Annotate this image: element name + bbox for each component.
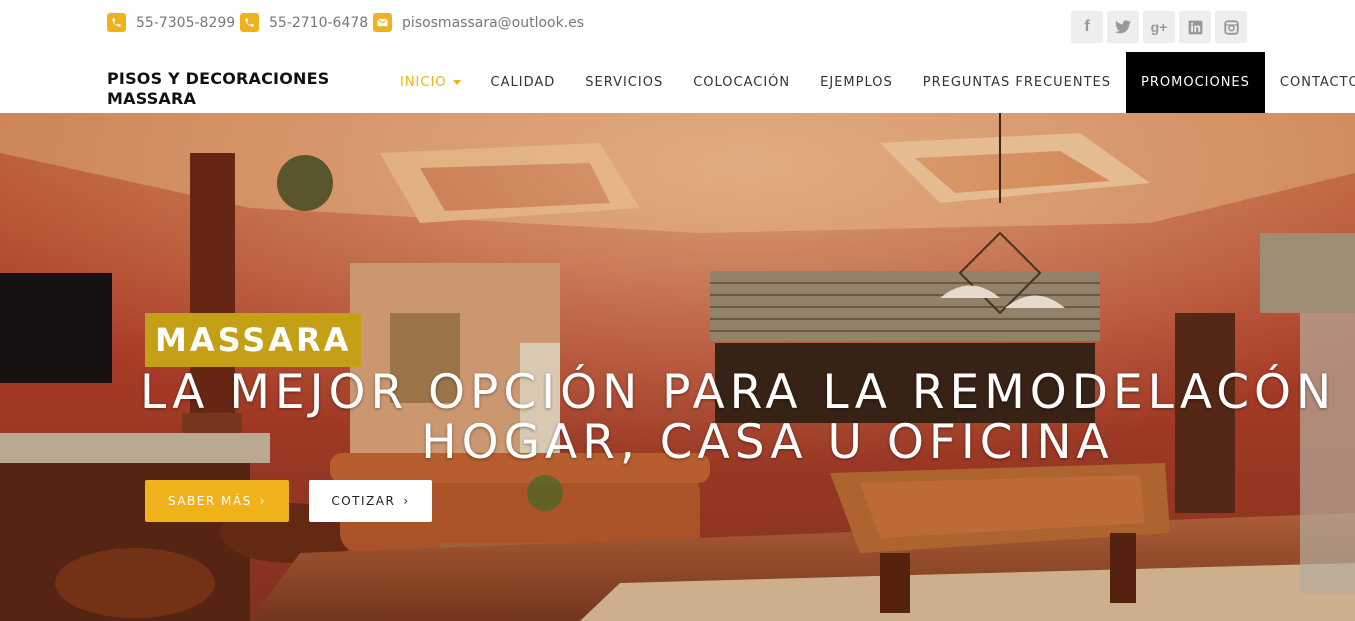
main-navbar: PISOS Y DECORACIONES MASSARA INICIO CALI… [0, 52, 1355, 113]
nav-item-label: EJEMPLOS [820, 75, 893, 90]
phone-number-2: 55-2710-6478 [269, 14, 369, 31]
nav-item-contacto[interactable]: CONTACTO [1265, 52, 1355, 113]
linkedin-icon[interactable] [1179, 11, 1211, 43]
email-address: pisosmassara@outlook.es [402, 14, 585, 31]
envelope-icon [373, 13, 392, 32]
caret-down-icon [452, 80, 461, 85]
brand-line-2: MASSARA [107, 89, 197, 108]
hero-tagline-badge: MASSARA [145, 313, 362, 367]
cotizar-label: COTIZAR [331, 494, 396, 508]
nav-item-label: CALIDAD [490, 75, 556, 90]
hero-headline: LA MEJOR OPCIÓN PARA LA REMODELACÓN DE T… [140, 368, 1355, 468]
saber-mas-button[interactable]: SABER MÁS › [145, 480, 289, 522]
twitter-icon[interactable] [1107, 11, 1139, 43]
phone-contact-1[interactable]: 55-7305-8299 [107, 13, 235, 32]
nav-item-colocacion[interactable]: COLOCACIÓN [678, 52, 805, 113]
chevron-right-icon: › [403, 494, 410, 508]
brand-line-1: PISOS Y DECORACIONES [107, 69, 330, 88]
facebook-icon[interactable]: f [1071, 11, 1103, 43]
nav-item-label: COLOCACIÓN [693, 75, 791, 90]
social-links: f g+ [1071, 11, 1247, 43]
instagram-icon[interactable] [1215, 11, 1247, 43]
phone-contact-2[interactable]: 55-2710-6478 [240, 13, 368, 32]
phone-icon [240, 13, 259, 32]
phone-number-1: 55-7305-8299 [136, 14, 236, 31]
saber-mas-label: SABER MÁS [167, 494, 252, 508]
nav-item-servicios[interactable]: SERVICIOS [570, 52, 678, 113]
email-contact[interactable]: pisosmassara@outlook.es [373, 13, 584, 32]
nav-item-label: PREGUNTAS FRECUENTES [922, 75, 1112, 90]
hero-headline-line-2: HOGAR, CASA U OFICINA [421, 415, 1114, 470]
nav-item-label: SERVICIOS [585, 75, 664, 90]
chevron-right-icon: › [259, 494, 266, 508]
nav-item-label: CONTACTO [1279, 75, 1355, 90]
nav-menu: INICIO CALIDAD SERVICIOS COLOCACIÓN EJEM… [385, 52, 1355, 113]
cotizar-button[interactable]: COTIZAR › [309, 480, 432, 522]
top-contact-bar: 55-7305-8299 55-2710-6478 pisosmassara@o… [0, 0, 1355, 52]
hero-slider: MASSARA LA MEJOR OPCIÓN PARA LA REMODELA… [0, 113, 1355, 621]
nav-item-calidad[interactable]: CALIDAD [476, 52, 571, 113]
nav-item-ejemplos[interactable]: EJEMPLOS [805, 52, 908, 113]
nav-item-promociones[interactable]: PROMOCIONES [1126, 52, 1265, 113]
nav-item-preguntas-frecuentes[interactable]: PREGUNTAS FRECUENTES [908, 52, 1126, 113]
nav-item-label: INICIO [400, 75, 447, 90]
googleplus-icon[interactable]: g+ [1143, 11, 1175, 43]
phone-icon [107, 13, 126, 32]
site-logo[interactable]: PISOS Y DECORACIONES MASSARA [107, 69, 329, 109]
hero-headline-line-1: LA MEJOR OPCIÓN PARA LA REMODELACÓN DE T… [140, 365, 1355, 420]
nav-item-label: PROMOCIONES [1141, 75, 1250, 90]
nav-item-inicio[interactable]: INICIO [385, 52, 476, 113]
